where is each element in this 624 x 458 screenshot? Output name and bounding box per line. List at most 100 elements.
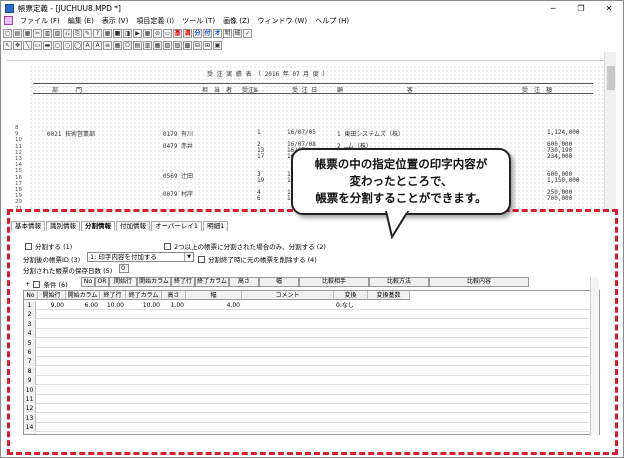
toolbar-button-icon[interactable]: ▤ [13, 28, 22, 38]
minimize-button[interactable]: ─ [539, 1, 567, 15]
toolbar-button-icon[interactable]: 分 [193, 28, 202, 38]
table-row[interactable]: 8 [24, 366, 599, 376]
toolbar-button-icon[interactable]: ▤ [133, 40, 142, 50]
maximize-button[interactable]: ❐ [567, 1, 595, 15]
toolbar-button-icon[interactable]: ▥ [143, 40, 152, 50]
toolbar-button-icon[interactable]: ? [93, 28, 102, 38]
toolbar-button-icon[interactable]: 付 [203, 28, 212, 38]
toolbar-button-icon[interactable]: A [93, 40, 102, 50]
table-row[interactable]: 4 [24, 329, 599, 339]
menu-item-def[interactable]: 項目定義 (I) [132, 16, 178, 26]
split-table[interactable]: No 開始行 開始カラム 終了行 終了カラム 高さ幅コメント 変換 変換基数 1 9.00 6.00… [23, 290, 600, 435]
table-row[interactable]: 2 [24, 310, 599, 320]
table-cell[interactable]: 10.00 [100, 301, 126, 310]
toolbar-button-icon[interactable]: ≡ [103, 40, 112, 50]
table-row[interactable]: 3 [24, 319, 599, 329]
menu-tools[interactable]: ツール (T) [178, 16, 219, 26]
toolbar-button-icon[interactable]: ▭ [163, 28, 172, 38]
toolbar-button-icon[interactable]: ▦ [23, 28, 32, 38]
tab-split[interactable]: 分割情報 [81, 221, 115, 231]
menu-edit[interactable]: 編集 (E) [64, 16, 98, 26]
toolbar-button-icon[interactable]: ▭ [33, 40, 42, 50]
condition-checkbox-row[interactable]: + 条件 (6) [25, 279, 68, 289]
scroll-thumb[interactable] [607, 66, 615, 90]
toolbar-button-icon[interactable]: ⊞ [203, 40, 212, 50]
table-row[interactable]: 13 [24, 413, 599, 423]
toolbar-button-icon[interactable]: ▥ [43, 28, 52, 38]
toolbar-button-icon[interactable]: ⎘ [73, 28, 82, 38]
tab-append[interactable]: 付加情報 [116, 221, 150, 231]
toolbar-button-icon[interactable]: ▦ [143, 28, 152, 38]
toolbar-button-icon[interactable]: 満 [183, 28, 192, 38]
table-cell[interactable]: 6.00 [66, 301, 100, 310]
delete-original-checkbox[interactable] [198, 255, 205, 263]
table-row[interactable]: 9 [24, 376, 599, 386]
menu-window[interactable]: ウィンドウ (W) [254, 16, 312, 26]
toolbar-button-icon[interactable]: ✂ [33, 28, 42, 38]
toolbar-button-icon[interactable]: ○ [63, 40, 72, 50]
toolbar-button-icon[interactable]: ╲ [23, 40, 32, 50]
tab-overlay[interactable]: オーバーレイ1 [151, 221, 203, 231]
toolbar-button-icon[interactable]: ▣ [213, 40, 222, 50]
vertical-scrollbar[interactable] [604, 52, 616, 209]
toolbar-button-icon[interactable]: ▦ [103, 28, 112, 38]
menu-view[interactable]: 表示 (V) [98, 16, 132, 26]
toolbar-button-icon[interactable]: ▢ [3, 28, 12, 38]
toolbar-button-icon[interactable]: 明 [223, 28, 232, 38]
table-row[interactable]: 11 [24, 395, 599, 404]
toolbar-button-icon[interactable]: ▬ [43, 40, 52, 50]
table-row[interactable]: 14 [24, 423, 599, 433]
split-id-select[interactable]: 1: 印字内容を付加する ▼ [87, 252, 194, 262]
chevron-down-icon[interactable]: ▼ [184, 253, 193, 261]
table-cell[interactable]: 1.00 [162, 301, 186, 310]
toolbar-button-icon[interactable]: ◯ [73, 40, 82, 50]
split-only-checkbox-row[interactable]: 2つ以上の帳票に分割された場合のみ、分割する (2) [164, 241, 326, 251]
toolbar-button-icon[interactable]: ✥ [13, 40, 22, 50]
toolbar-button-icon[interactable]: ▢ [53, 40, 62, 50]
retain-days-input[interactable]: 0 [119, 264, 129, 273]
toolbar-button-icon[interactable]: ↖ [3, 40, 12, 50]
tab-identify[interactable]: 識別情報 [46, 221, 80, 231]
split-checkbox[interactable] [25, 242, 32, 250]
toolbar-button-icon[interactable]: 基 [173, 28, 182, 38]
tab-basic[interactable]: 基本情報 [11, 221, 45, 231]
toolbar-button-icon[interactable]: ■ [113, 28, 122, 38]
table-cell[interactable]: 4.00 [186, 301, 242, 310]
toolbar-button-icon[interactable]: ✎ [83, 28, 92, 38]
tab-detail[interactable]: 明細1 [203, 221, 229, 231]
table-cell[interactable] [368, 301, 410, 310]
table-row[interactable]: 6 [24, 348, 599, 357]
toolbar-button-icon[interactable]: 細 [233, 28, 242, 38]
toolbar-button-icon[interactable]: ▩ [183, 40, 192, 50]
toolbar-button-icon[interactable]: ◨ [123, 28, 132, 38]
menu-image[interactable]: 画像 (Z) [219, 16, 253, 26]
condition-checkbox[interactable] [33, 280, 41, 288]
split-only-checkbox[interactable] [164, 242, 171, 250]
toolbar-button-icon[interactable]: ⊘ [153, 28, 162, 38]
toolbar-button-icon[interactable]: ▨ [173, 40, 182, 50]
delete-original-row[interactable]: 分割終了時に元の帳票を削除する (4) [198, 254, 317, 264]
table-row[interactable]: 12 [24, 404, 599, 414]
menu-file[interactable]: ファイル (F) [16, 16, 64, 26]
toolbar-button-icon[interactable]: ▧ [163, 40, 172, 50]
table-cell[interactable] [242, 301, 334, 310]
table-row[interactable]: 5 [24, 338, 599, 348]
table-row[interactable]: 7 [24, 357, 599, 367]
table-row[interactable]: 15 [24, 432, 599, 434]
toolbar-button-icon[interactable]: ✓ [243, 28, 252, 38]
table-row[interactable]: 10 [24, 385, 599, 395]
table-cell[interactable]: 9.00 [38, 301, 66, 310]
toolbar-button-icon[interactable]: A [83, 40, 92, 50]
toolbar-button-icon[interactable]: ▦ [153, 40, 162, 50]
split-checkbox-row[interactable]: 分割する (1) [25, 241, 72, 251]
toolbar-button-icon[interactable]: ▶ [133, 28, 142, 38]
toolbar-button-icon[interactable]: ⊟ [193, 40, 202, 50]
close-button[interactable]: ✕ [595, 1, 623, 15]
table-cell[interactable]: 10.00 [126, 301, 162, 310]
table-scrollbar[interactable] [590, 277, 599, 435]
table-row[interactable]: 1 9.00 6.00 10.00 10.00 1.00 4.00 0:なし [24, 301, 599, 310]
toolbar-button-icon[interactable]: ▦ [113, 40, 122, 50]
toolbar-button-icon[interactable]: ⎔ [123, 40, 132, 50]
toolbar-button-icon[interactable]: ▧ [53, 28, 62, 38]
toolbar-button-icon[interactable]: オ [213, 28, 222, 38]
